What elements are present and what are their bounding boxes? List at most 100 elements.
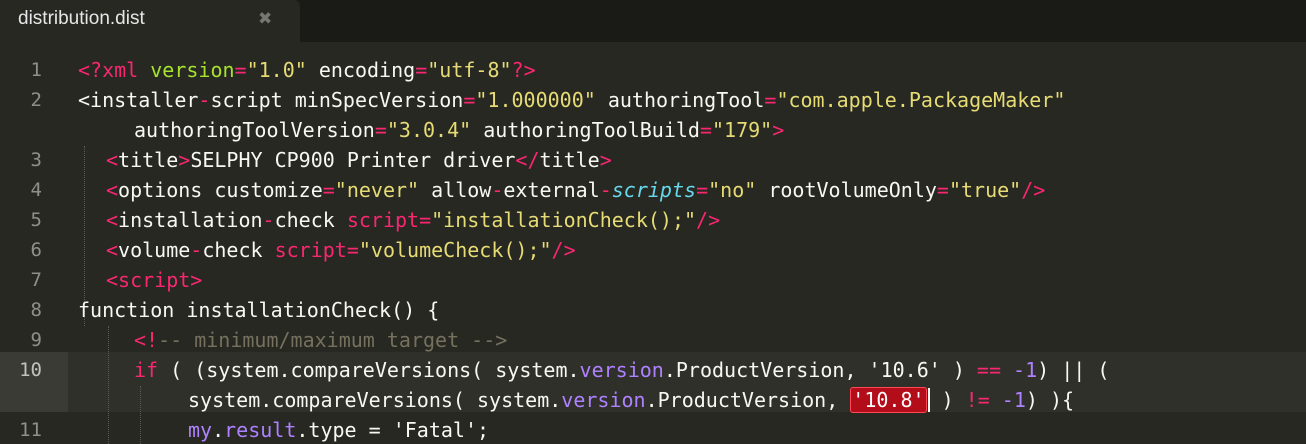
code-line-2-wrap: authoringToolVersion="3.0.4" authoringTo…: [134, 115, 784, 145]
operator: =: [419, 208, 432, 232]
line-number: 2: [30, 89, 42, 111]
operator: =: [699, 118, 712, 142]
string: "com.apple.PackageMaker": [776, 88, 1066, 112]
operator: -: [262, 208, 275, 232]
code-text: ) ){: [1025, 388, 1075, 412]
operator: =: [696, 178, 709, 202]
tag-open: <: [106, 208, 119, 232]
tag-open: <: [106, 238, 119, 262]
string: "3.0.4": [386, 118, 472, 142]
tag-name: installation: [118, 208, 263, 232]
identifier: my: [188, 418, 213, 442]
attr-name: authoringToolVersion: [134, 118, 375, 142]
code-line-9: <!-- minimum/maximum target -->: [134, 325, 507, 355]
code-text: .ProductVersion,: [663, 358, 869, 382]
attr-name: options customize: [118, 178, 323, 202]
code-editor[interactable]: 1 2 3 4 5 6 7 8 9 10 11 <?xml version="1…: [0, 42, 1306, 444]
operator: -: [599, 178, 612, 202]
operator: =: [415, 58, 428, 82]
property: version: [561, 388, 646, 412]
code-line-2: <installer-script minSpecVersion="1.0000…: [78, 85, 1065, 115]
operator: =: [936, 178, 949, 202]
text-content: SELPHY CP900 Printer driver: [190, 148, 516, 172]
string-literal: 'Fatal': [392, 418, 478, 442]
line-number: 7: [30, 269, 42, 291]
operator: =: [764, 88, 777, 112]
indent-guide: [140, 386, 141, 444]
line-number: 5: [30, 209, 42, 231]
attr-name: authoringTool: [595, 88, 765, 112]
tag-open: <?xml: [78, 58, 151, 82]
tab-bar: distribution.dist ✖: [0, 0, 1306, 42]
code-text: ;: [477, 418, 490, 442]
attr-name: scripts: [611, 178, 697, 202]
code-line-11: my.result.type = 'Fatal';: [188, 415, 489, 444]
line-number: 4: [30, 179, 42, 201]
line-number-active: 10: [19, 359, 42, 381]
string: "1.0": [246, 58, 307, 82]
operator: -: [190, 238, 203, 262]
code-line-4: <options customize="never" allow-externa…: [106, 175, 1045, 205]
operator: -: [491, 178, 504, 202]
code-text: system.compareVersions( system.: [188, 388, 562, 412]
selected-text[interactable]: '10.8': [850, 387, 927, 413]
tab-distribution-dist[interactable]: distribution.dist ✖: [0, 0, 300, 42]
tag-close: >: [599, 148, 612, 172]
operator: =: [234, 58, 247, 82]
code-text: .ProductVersion,: [645, 388, 851, 412]
tag-name: script: [210, 88, 283, 112]
operator: -: [198, 88, 211, 112]
operator: ==: [976, 358, 1001, 382]
tag-open: <: [106, 178, 119, 202]
code-line-5: <installation-check script="installation…: [106, 205, 720, 235]
string: "179": [712, 118, 773, 142]
number: -1: [1001, 388, 1026, 412]
code-line-6: <volume-check script="volumeCheck();"/>: [106, 235, 576, 265]
tag-name: check: [202, 238, 275, 262]
number: -1: [1013, 358, 1038, 382]
code-line-3: <title>SELPHY CP900 Printer driver</titl…: [106, 145, 612, 175]
attr-name: version: [150, 58, 235, 82]
tag-close: />: [551, 238, 576, 262]
string: "true": [948, 178, 1022, 202]
string: "utf-8": [427, 58, 512, 82]
line-number: 6: [30, 239, 42, 261]
line-number: 8: [30, 299, 42, 321]
code-line-10: if ( (system.compareVersions( system.ver…: [134, 355, 1109, 385]
property: result: [224, 418, 297, 442]
attr-name: script: [274, 238, 347, 262]
string-literal: '10.6': [868, 358, 941, 382]
string: "never": [334, 178, 420, 202]
tag-close: />: [1021, 178, 1046, 202]
code-text: ( (system.compareVersions( system.: [158, 358, 580, 382]
attr-name: encoding: [306, 58, 416, 82]
tag-close: ?>: [511, 58, 536, 82]
operator: =: [322, 178, 335, 202]
tag-close: />: [696, 208, 721, 232]
indent-guide: [108, 326, 109, 444]
attr-name: external: [503, 178, 600, 202]
comment-open: <!: [134, 328, 159, 352]
tag-name: title: [118, 148, 179, 172]
attr-name: allow: [419, 178, 492, 202]
tag-name: volume: [118, 238, 191, 262]
tag-close: >: [772, 118, 785, 142]
attr-name: minSpecVersion: [282, 88, 464, 112]
code-line-10-wrap: system.compareVersions( system.version.P…: [188, 385, 1074, 415]
code-line-1: <?xml version="1.0" encoding="utf-8"?>: [78, 55, 536, 85]
operator: =: [346, 238, 359, 262]
tag-open: <: [106, 148, 119, 172]
line-number: 3: [30, 149, 42, 171]
string: "no": [708, 178, 757, 202]
operator: !=: [965, 388, 990, 412]
script-tag: <script>: [106, 268, 203, 292]
string: "installationCheck();": [431, 208, 697, 232]
comment: -- minimum/maximum target -->: [158, 328, 508, 352]
operator: =: [374, 118, 387, 142]
function-declaration: function installationCheck() {: [78, 298, 440, 322]
line-number: 11: [19, 419, 42, 441]
tag-name: title: [539, 148, 600, 172]
close-icon[interactable]: ✖: [258, 9, 272, 29]
code-text: .type =: [296, 418, 393, 442]
